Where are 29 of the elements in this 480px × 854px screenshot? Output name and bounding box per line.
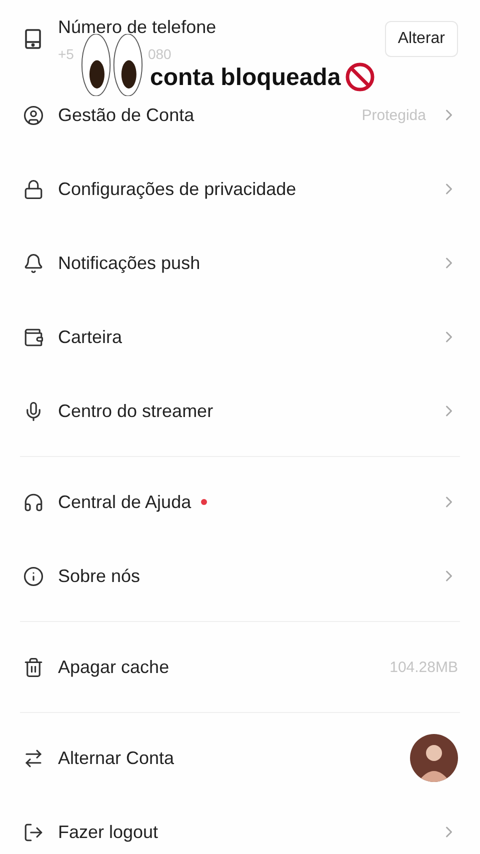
row-label: Gestão de Conta	[58, 104, 194, 126]
headphones-icon	[22, 492, 44, 512]
wallet-icon	[22, 326, 44, 348]
lock-icon	[22, 178, 44, 200]
row-label: Centro do streamer	[58, 400, 214, 422]
row-label: Número de telefone	[58, 16, 216, 38]
phone-number: +5	[58, 46, 74, 62]
row-label: Fazer logout	[58, 822, 158, 842]
phone-number: 080	[148, 46, 172, 62]
logout-icon	[22, 822, 44, 842]
row-label: Apagar cache	[58, 656, 170, 678]
row-label: Configurações de privacidade	[58, 178, 296, 200]
row-label: Notificações push	[58, 252, 200, 274]
row-label: Sobre nós	[58, 566, 140, 586]
row-label: Alternar Conta	[58, 748, 174, 768]
cache-size: 104.28MB	[390, 658, 458, 676]
bell-icon	[22, 252, 44, 274]
overlay-caption: conta bloqueada	[150, 64, 341, 92]
trash-icon	[22, 656, 44, 678]
swap-icon	[22, 748, 44, 768]
info-icon	[22, 566, 44, 586]
row-label: Carteira	[58, 326, 122, 348]
change-button[interactable]: Alterar	[384, 21, 458, 57]
avatar[interactable]	[410, 734, 458, 782]
row-label: Central de Ajuda	[58, 492, 192, 512]
status-text: Protegida	[362, 106, 426, 124]
phone-icon	[23, 28, 43, 50]
prohibited-icon	[344, 62, 375, 92]
user-icon	[22, 104, 44, 126]
